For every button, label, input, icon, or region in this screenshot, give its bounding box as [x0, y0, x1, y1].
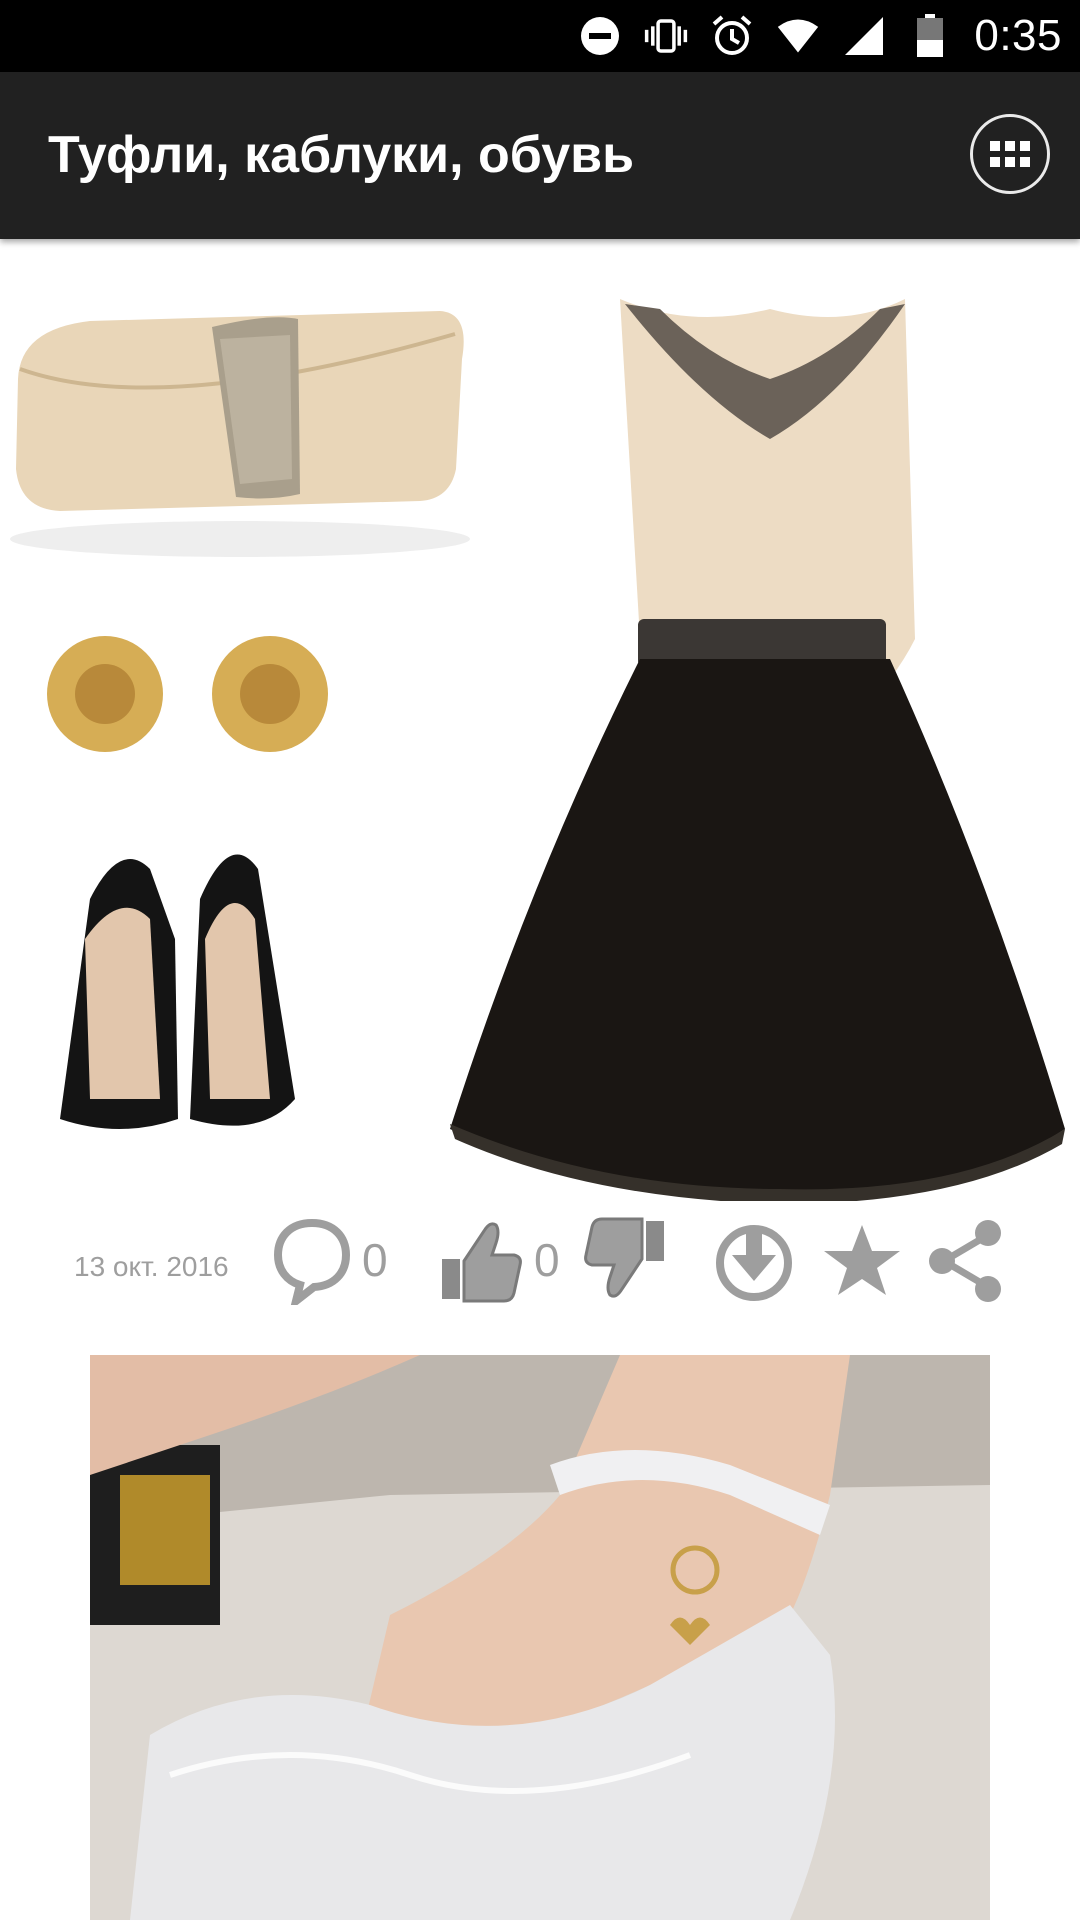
post-image-shoe[interactable]	[90, 1355, 990, 1920]
comment-button[interactable]: 0	[272, 1215, 388, 1305]
dislike-button[interactable]	[582, 1215, 668, 1305]
page-title: Туфли, каблуки, обувь	[48, 126, 635, 184]
comment-icon	[273, 1218, 351, 1305]
share-icon	[929, 1220, 1001, 1302]
share-button[interactable]	[924, 1215, 1008, 1305]
star-icon	[824, 1225, 900, 1295]
battery-icon	[908, 14, 952, 58]
do-not-disturb-icon	[578, 14, 622, 58]
post-action-bar: 13 окт. 2016 0 0	[0, 1201, 1080, 1341]
app-bar: Туфли, каблуки, обувь	[0, 72, 1080, 239]
grid-menu-icon	[990, 141, 1030, 167]
like-button[interactable]: 0	[438, 1215, 560, 1305]
like-icon	[442, 1222, 522, 1303]
download-button[interactable]	[714, 1215, 794, 1305]
wifi-icon	[776, 14, 820, 58]
dislike-icon	[584, 1217, 664, 1298]
clock-time: 0:35	[974, 11, 1062, 60]
comments-count: 0	[362, 1234, 388, 1286]
favorite-button[interactable]	[820, 1215, 904, 1305]
post-date: 13 окт. 2016	[74, 1251, 229, 1282]
status-bar: 0:35	[0, 0, 1080, 72]
post-image-outfit[interactable]	[0, 239, 1080, 1201]
vibrate-icon	[644, 14, 688, 58]
alarm-icon	[710, 14, 754, 58]
feed[interactable]: 13 окт. 2016 0 0	[0, 239, 1080, 1920]
grid-menu-button[interactable]	[970, 114, 1050, 194]
likes-count: 0	[534, 1234, 560, 1286]
download-icon	[716, 1225, 792, 1301]
signal-icon	[842, 14, 886, 58]
